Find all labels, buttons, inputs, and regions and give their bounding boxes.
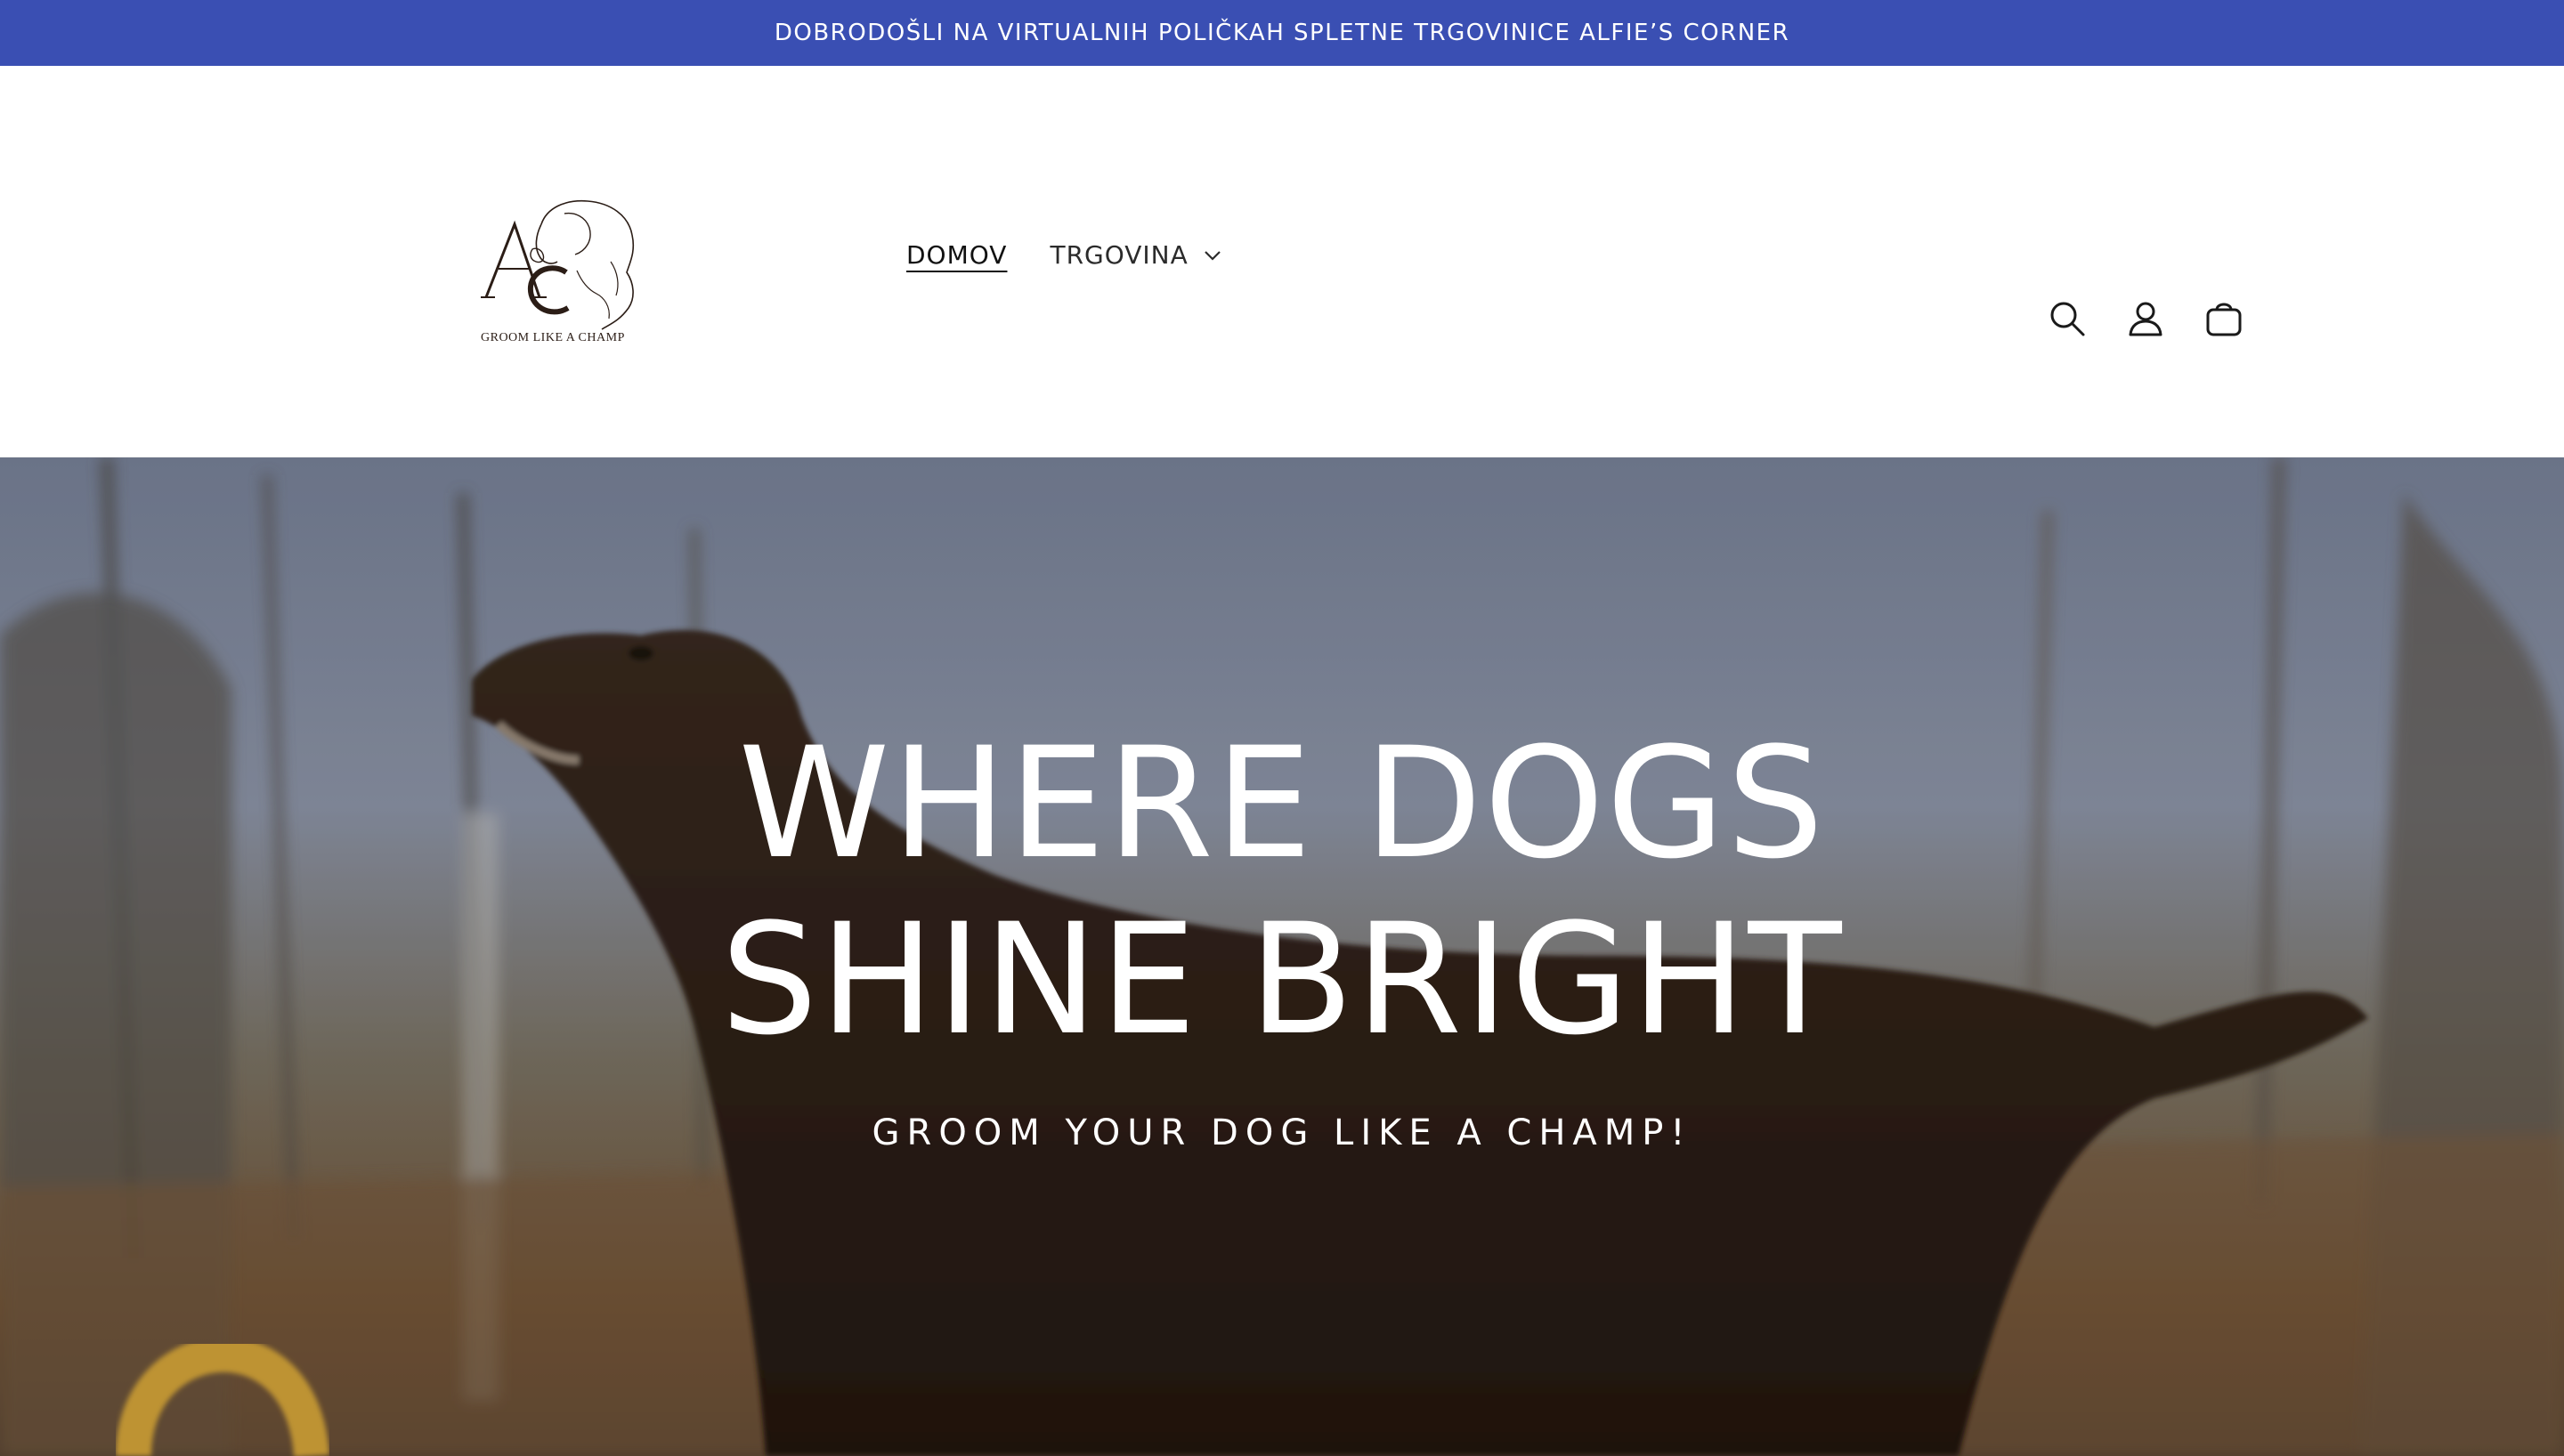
account-button[interactable] xyxy=(2126,299,2165,338)
announcement-text: DOBRODOŠLI NA VIRTUALNIH POLIČKAH SPLETN… xyxy=(774,20,1790,46)
logo-tagline: GROOM LIKE A CHAMP xyxy=(481,331,625,344)
cart-icon xyxy=(2206,303,2242,336)
cart-button[interactable] xyxy=(2204,299,2244,338)
nav-item-shop[interactable]: TRGOVINA xyxy=(1050,240,1221,270)
hero-banner: WHERE DOGS SHINE BRIGHT GROOM YOUR DOG L… xyxy=(0,457,2564,1456)
logo-dog-monogram-icon xyxy=(481,199,635,330)
hero-subtitle: GROOM YOUR DOG LIKE A CHAMP! xyxy=(872,1112,1692,1153)
hero-title: WHERE DOGS SHINE BRIGHT xyxy=(570,716,1994,1068)
search-button[interactable] xyxy=(2048,299,2087,338)
search-icon xyxy=(2050,302,2085,336)
account-icon xyxy=(2129,302,2162,336)
main-nav: DOMOV TRGOVINA xyxy=(906,240,1222,270)
nav-item-home-label: DOMOV xyxy=(906,240,1008,270)
nav-item-home[interactable]: DOMOV xyxy=(906,240,1007,270)
announcement-bar: DOBRODOŠLI NA VIRTUALNIH POLIČKAH SPLETN… xyxy=(0,0,2564,66)
chevron-down-icon xyxy=(1205,250,1221,261)
header-actions xyxy=(2048,299,2244,338)
hero-title-line-2: SHINE BRIGHT xyxy=(720,890,1844,1069)
nav-item-shop-label: TRGOVINA xyxy=(1050,240,1189,270)
site-header: GROOM LIKE A CHAMP DOMOV TRGOVINA xyxy=(0,66,2564,457)
hero-title-line-1: WHERE DOGS xyxy=(738,714,1826,893)
site-logo[interactable]: GROOM LIKE A CHAMP xyxy=(477,173,664,422)
hero-content: WHERE DOGS SHINE BRIGHT GROOM YOUR DOG L… xyxy=(0,457,2564,1456)
